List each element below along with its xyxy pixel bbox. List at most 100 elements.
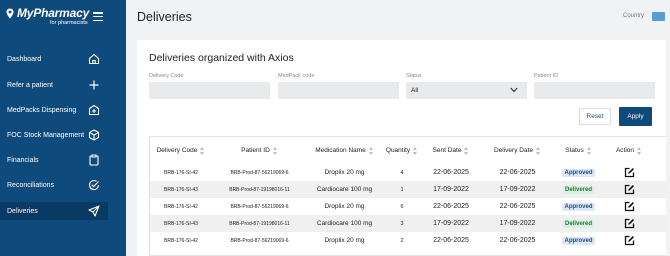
cell-delivery-code: BRB-176-SI-42	[164, 237, 198, 244]
cell-status: Approved	[555, 232, 602, 249]
cell-sent-date: 22-06-2025	[433, 237, 469, 244]
sort-icon	[272, 146, 278, 155]
sidebar-item-label: Refer a patient	[7, 81, 53, 89]
cell-quantity: 3	[400, 220, 404, 227]
deliveries-card: Deliveries organized with Axios Delivery…	[137, 40, 666, 256]
sidebar-item-foc-stock-management[interactable]: FOC Stock Management	[0, 126, 108, 144]
cell-delivery-date: 22-06-2025	[499, 169, 536, 176]
sidebar-item-refer-patient[interactable]: Refer a patient	[0, 76, 108, 94]
patient-id-input[interactable]	[534, 82, 655, 99]
country-flag-icon[interactable]	[652, 12, 665, 21]
logo-text: MyPharmacy	[17, 6, 90, 20]
table-row[interactable]: BRB-176-SI-42 BRB-Prod-87-56219069-6 Dropl…	[150, 198, 666, 215]
sort-icon	[637, 146, 642, 155]
cell-medication-name: Cardiocare 100 mg	[316, 186, 373, 193]
sidebar-item-medpacks-dispensing[interactable]: MedPacks Dispensing	[0, 101, 108, 119]
cell-action	[602, 181, 656, 198]
cell-action	[602, 232, 656, 249]
edit-icon[interactable]	[624, 167, 635, 178]
table-row[interactable]: BRB-176-SI-42 BRB-Prod-87-56219069-6 Dropl…	[150, 232, 666, 249]
cell-quantity: 6	[400, 203, 404, 210]
cell-patient-id: BRB-Prod-87-19198016-11	[229, 220, 290, 227]
cell-delivery-date: 22-06-2025	[499, 237, 536, 244]
sidebar-item-financials[interactable]: Financials	[0, 151, 108, 169]
cell-sent-date: 17-09-2022	[433, 186, 469, 193]
status-badge: Approved	[562, 168, 595, 177]
sidebar-item-label: Financials	[7, 156, 39, 164]
delivery-code-input[interactable]	[149, 82, 270, 99]
edit-icon[interactable]	[624, 184, 635, 195]
cell-delivery-date: 17-09-2022	[499, 220, 536, 227]
column-header-delivery-date[interactable]: Delivery Date	[480, 137, 555, 164]
cell-patient-id: BRB-Prod-87-56219069-6	[230, 237, 289, 244]
top-bar: Deliveries Country	[126, 0, 670, 36]
sidebar-item-label: FOC Stock Management	[7, 131, 85, 139]
sort-icon	[464, 146, 469, 155]
cell-medication-name: Cardiocare 100 mg	[316, 220, 373, 227]
table-row[interactable]: BRB-176-SI-43 BRB-Prod-87-19198016-11 Card…	[150, 181, 666, 198]
status-select-value: All	[411, 87, 419, 94]
sidebar-item-deliveries[interactable]: Deliveries	[0, 202, 108, 220]
card-title: Deliveries organized with Axios	[149, 52, 294, 64]
sidebar-item-label: Dashboard	[7, 55, 42, 63]
cell-action	[602, 215, 656, 232]
hamburger-menu-icon[interactable]	[93, 12, 103, 22]
column-header-quantity[interactable]: Quantity	[382, 137, 422, 164]
sidebar-item-reconciliations[interactable]: Reconciliations	[0, 176, 108, 194]
column-header-patient-id[interactable]: Patient ID	[212, 137, 307, 164]
medpack-code-label: MedPack code	[278, 73, 315, 79]
table-row[interactable]: BRB-176-SI-42 BRB-Prod-87-56219069-6 Dropl…	[150, 164, 666, 181]
check-circle-icon	[88, 179, 100, 191]
cell-medication-name: Droplix 20 mg	[324, 169, 365, 176]
medpack-code-input[interactable]	[278, 82, 399, 99]
cell-patient-id: BRB-Prod-87-56219069-6	[230, 169, 289, 176]
page-title: Deliveries	[137, 10, 192, 24]
country-label: Country	[623, 13, 645, 19]
cell-delivery-code: BRB-176-SI-42	[164, 169, 198, 176]
column-header-medication-name[interactable]: Medication Name	[307, 137, 382, 164]
sidebar: MyPharmacy for pharmacists Dashboard Ref…	[0, 0, 126, 256]
edit-icon[interactable]	[624, 235, 635, 246]
status-badge: Approved	[562, 202, 595, 211]
cell-delivery-date: 17-09-2022	[499, 186, 536, 193]
sort-icon	[368, 146, 374, 155]
reset-button[interactable]: Reset	[579, 108, 611, 125]
column-header-status[interactable]: Status	[555, 137, 602, 164]
cell-sent-date: 22-06-2025	[433, 203, 469, 210]
cell-medication-name: Droplix 20 mg	[324, 203, 365, 210]
cell-quantity: 1	[400, 186, 404, 193]
sort-icon	[413, 146, 418, 155]
sidebar-item-dashboard[interactable]: Dashboard	[0, 50, 108, 68]
status-badge: Approved	[562, 236, 595, 245]
apply-button[interactable]: Apply	[619, 107, 652, 126]
column-header-action[interactable]: Action	[602, 137, 656, 164]
status-badge: Delivered	[562, 219, 594, 228]
cell-sent-date: 22-06-2025	[433, 169, 469, 176]
sort-icon	[586, 146, 592, 155]
box-plus-icon	[88, 104, 100, 116]
status-label: Status	[406, 73, 422, 79]
cell-delivery-code: BRB-176-SI-43	[164, 186, 198, 193]
cell-status: Delivered	[555, 215, 602, 232]
column-header-delivery-code[interactable]: Delivery Code	[150, 137, 212, 164]
clipboard-icon	[88, 154, 100, 166]
send-icon	[88, 205, 100, 217]
status-select[interactable]: All	[406, 82, 527, 99]
cell-medication-name: Droplix 20 mg	[324, 237, 365, 244]
edit-icon[interactable]	[624, 218, 635, 229]
home-icon	[88, 53, 100, 65]
plus-icon	[88, 79, 100, 91]
cell-patient-id: BRB-Prod-87-19198016-11	[229, 186, 290, 193]
cell-delivery-code: BRB-176-SI-43	[164, 220, 198, 227]
logo[interactable]: MyPharmacy for pharmacists	[6, 6, 90, 30]
logo-subtitle: for pharmacists	[50, 20, 88, 26]
cell-quantity: 4	[400, 169, 404, 176]
sidebar-item-label: Reconciliations	[7, 181, 55, 189]
cell-status: Approved	[555, 164, 602, 181]
sort-icon	[536, 146, 541, 155]
cell-status: Approved	[555, 198, 602, 215]
location-pin-icon	[6, 8, 14, 19]
edit-icon[interactable]	[624, 201, 635, 212]
column-header-sent-date[interactable]: Sent Date	[422, 137, 480, 164]
table-row[interactable]: BRB-176-SI-43 BRB-Prod-87-19198016-11 Card…	[150, 215, 666, 232]
